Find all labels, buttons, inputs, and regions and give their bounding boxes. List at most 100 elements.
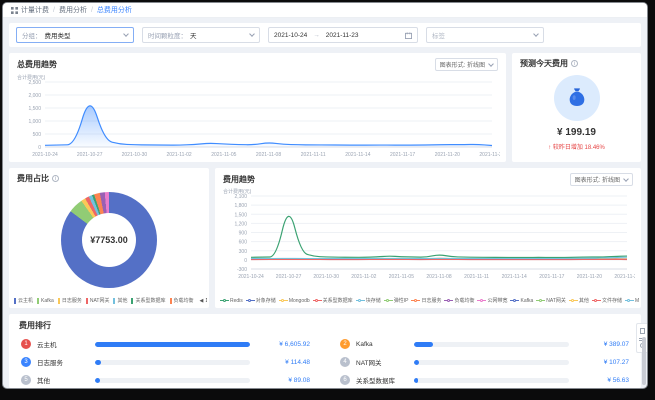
legend-item-对象存储[interactable]: 对象存储 xyxy=(245,297,276,304)
proportion-donut-chart[interactable]: ¥7753.00 xyxy=(61,192,157,288)
granularity-label: 时间颗粒度： xyxy=(148,33,187,40)
menu-grid-icon[interactable] xyxy=(11,6,18,14)
chart-type-select[interactable]: 图表形式: 折线图 xyxy=(434,58,498,71)
forecast-delta-text: 较昨日增加 18.46% xyxy=(552,145,605,151)
rank-name: 云主机 xyxy=(37,342,57,349)
granularity-select[interactable]: 时间颗粒度： 天 xyxy=(142,27,260,43)
legend-line-marker xyxy=(510,298,520,303)
forecast-card: 预测今天费用 i ¥ 199.19 ↑ 较昨日增加 18.46% xyxy=(512,53,641,162)
legend-item-关系型数据库[interactable]: 关系型数据库 xyxy=(131,297,166,304)
granularity-value: 天 xyxy=(190,33,197,40)
rank-name: Kafka xyxy=(356,340,373,348)
legend-item-弹性IP[interactable]: 弹性IP xyxy=(383,297,408,304)
legend-item-Mysql[interactable]: Mysql xyxy=(624,298,639,304)
svg-text:2021-11-23: 2021-11-23 xyxy=(614,274,635,280)
legend-label: 云主机 xyxy=(18,298,34,304)
legend-item-关系型数据库[interactable]: 关系型数据库 xyxy=(312,297,353,304)
legend-item-其他[interactable]: 其他 xyxy=(113,297,127,304)
legend-item-NAT网关[interactable]: NAT网关 xyxy=(85,297,109,304)
info-icon[interactable]: i xyxy=(571,60,578,67)
ranking-title: 费用排行 xyxy=(19,321,51,330)
legend-label: 关系型数据库 xyxy=(135,298,166,304)
rank-value: ¥ 6,605.92 xyxy=(279,340,310,348)
svg-text:2021-11-02: 2021-11-02 xyxy=(351,274,376,280)
legend-item-云主机[interactable]: 云主机 xyxy=(14,297,33,304)
svg-text:1,500: 1,500 xyxy=(234,212,247,218)
group-by-value: 费用类型 xyxy=(44,33,71,40)
legend-label: 关系型数据库 xyxy=(322,298,353,304)
breadcrumb-item[interactable]: 费用分析 xyxy=(59,5,87,15)
document-icon[interactable] xyxy=(639,328,645,334)
svg-text:2021-10-27: 2021-10-27 xyxy=(77,152,103,158)
pager-prev-icon[interactable]: ◀ xyxy=(200,298,204,304)
svg-text:900: 900 xyxy=(239,231,248,237)
chart-type-select[interactable]: 图表形式: 折线图 xyxy=(569,173,633,186)
legend-pager: ◀1/2▶ xyxy=(200,298,207,304)
legend-label: Mongodb xyxy=(288,297,310,304)
rank-badge: 4 xyxy=(340,357,350,367)
rank-bar-fill xyxy=(95,377,100,383)
svg-text:2021-11-11: 2021-11-11 xyxy=(301,152,326,158)
svg-text:300: 300 xyxy=(239,249,248,255)
svg-text:2021-11-11: 2021-11-11 xyxy=(464,274,489,280)
legend-item-负载均衡[interactable]: 负载均衡 xyxy=(169,297,194,304)
rank-bar-track xyxy=(414,341,569,347)
rank-value: ¥ 56.63 xyxy=(607,376,629,384)
legend-label: 其他 xyxy=(578,298,589,304)
trend-card: 费用趋势 图表形式: 折线图 -300 0 300 600 900 1,200 1,500 1… xyxy=(215,168,641,308)
svg-text:500: 500 xyxy=(33,132,42,138)
rank-badge: 2 xyxy=(340,339,350,349)
chevron-down-icon xyxy=(533,31,539,37)
legend-label: Kafka xyxy=(41,297,54,304)
legend-line-marker xyxy=(568,298,578,303)
legend-item-Mongodb[interactable]: Mongodb xyxy=(278,297,310,304)
svg-text:2021-10-30: 2021-10-30 xyxy=(313,274,339,280)
breadcrumb: 计量计费 / 费用分析 / 总费用分析 xyxy=(3,3,647,18)
date-range-picker[interactable]: 2021-10-24 → 2021-11-23 xyxy=(268,27,418,43)
rank-badge: 6 xyxy=(340,375,350,385)
legend-item-Kafka[interactable]: Kafka xyxy=(37,297,54,304)
ranking-row-关系型数据库: 6 关系型数据库 ¥ 56.63 xyxy=(340,371,629,388)
legend-item-Redis[interactable]: Redis xyxy=(220,298,243,304)
legend-item-Kafka[interactable]: Kafka xyxy=(510,298,533,304)
legend-item-文件存储[interactable]: 文件存储 xyxy=(591,297,622,304)
filter-bar: 分组： 费用类型 时间颗粒度： 天 2021-10-24 → 2021-11-2… xyxy=(9,23,641,47)
total-trend-line-chart[interactable]: 0 500 1,000 1,500 2,000 2,500 合计费用(元) 2021-10-2… xyxy=(15,74,505,158)
legend-item-块存储[interactable]: 块存储 xyxy=(355,297,381,304)
svg-text:-300: -300 xyxy=(237,267,247,273)
cost-trend-line-chart[interactable]: -300 0 300 600 900 1,200 1,500 1,800 2,100 合计费用(元… xyxy=(221,188,640,280)
trend-legend: Redis 对象存储 Mongodb 关系型数据库 块存储 弹性IP 日志服务 负载均衡 公网带… xyxy=(220,297,639,304)
svg-text:2021-11-05: 2021-11-05 xyxy=(211,152,236,158)
breadcrumb-item[interactable]: 总费用分析 xyxy=(97,5,132,15)
legend-swatch xyxy=(85,297,88,304)
svg-text:2021-11-02: 2021-11-02 xyxy=(166,152,191,158)
legend-item-公网带宽[interactable]: 公网带宽 xyxy=(477,297,507,304)
rank-value: ¥ 389.07 xyxy=(603,340,629,348)
svg-text:2021-10-30: 2021-10-30 xyxy=(122,152,148,158)
chevron-down-icon xyxy=(623,175,629,182)
rank-badge: 5 xyxy=(21,375,31,385)
group-by-select[interactable]: 分组： 费用类型 xyxy=(16,27,134,43)
rank-name: 其他 xyxy=(37,378,50,385)
chart-type-label: 图表形式: 折线图 xyxy=(574,178,620,184)
info-icon[interactable]: i xyxy=(52,175,59,182)
svg-text:2021-11-08: 2021-11-08 xyxy=(256,152,281,158)
legend-item-负载均衡[interactable]: 负载均衡 xyxy=(444,297,474,304)
date-range-arrow: → xyxy=(313,31,320,39)
rank-bar-track xyxy=(414,359,569,365)
svg-text:2021-11-08: 2021-11-08 xyxy=(426,274,451,280)
breadcrumb-item[interactable]: 计量计费 xyxy=(21,5,49,15)
legend-item-日志服务[interactable]: 日志服务 xyxy=(57,297,82,304)
legend-item-日志服务[interactable]: 日志服务 xyxy=(411,297,441,304)
svg-text:2021-10-24: 2021-10-24 xyxy=(238,274,264,280)
rank-name: 关系型数据库 xyxy=(356,378,395,385)
chart-type-label: 图表形式: 折线图 xyxy=(439,63,485,69)
legend-item-NAT网关[interactable]: NAT网关 xyxy=(536,297,566,304)
legend-line-marker xyxy=(536,298,546,303)
legend-swatch xyxy=(37,297,40,304)
tag-select[interactable]: 标签 xyxy=(426,27,544,43)
rank-bar-fill xyxy=(414,377,418,383)
scrollbar-thumb[interactable] xyxy=(642,337,646,385)
legend-swatch xyxy=(169,297,172,304)
legend-item-其他[interactable]: 其他 xyxy=(568,297,589,304)
